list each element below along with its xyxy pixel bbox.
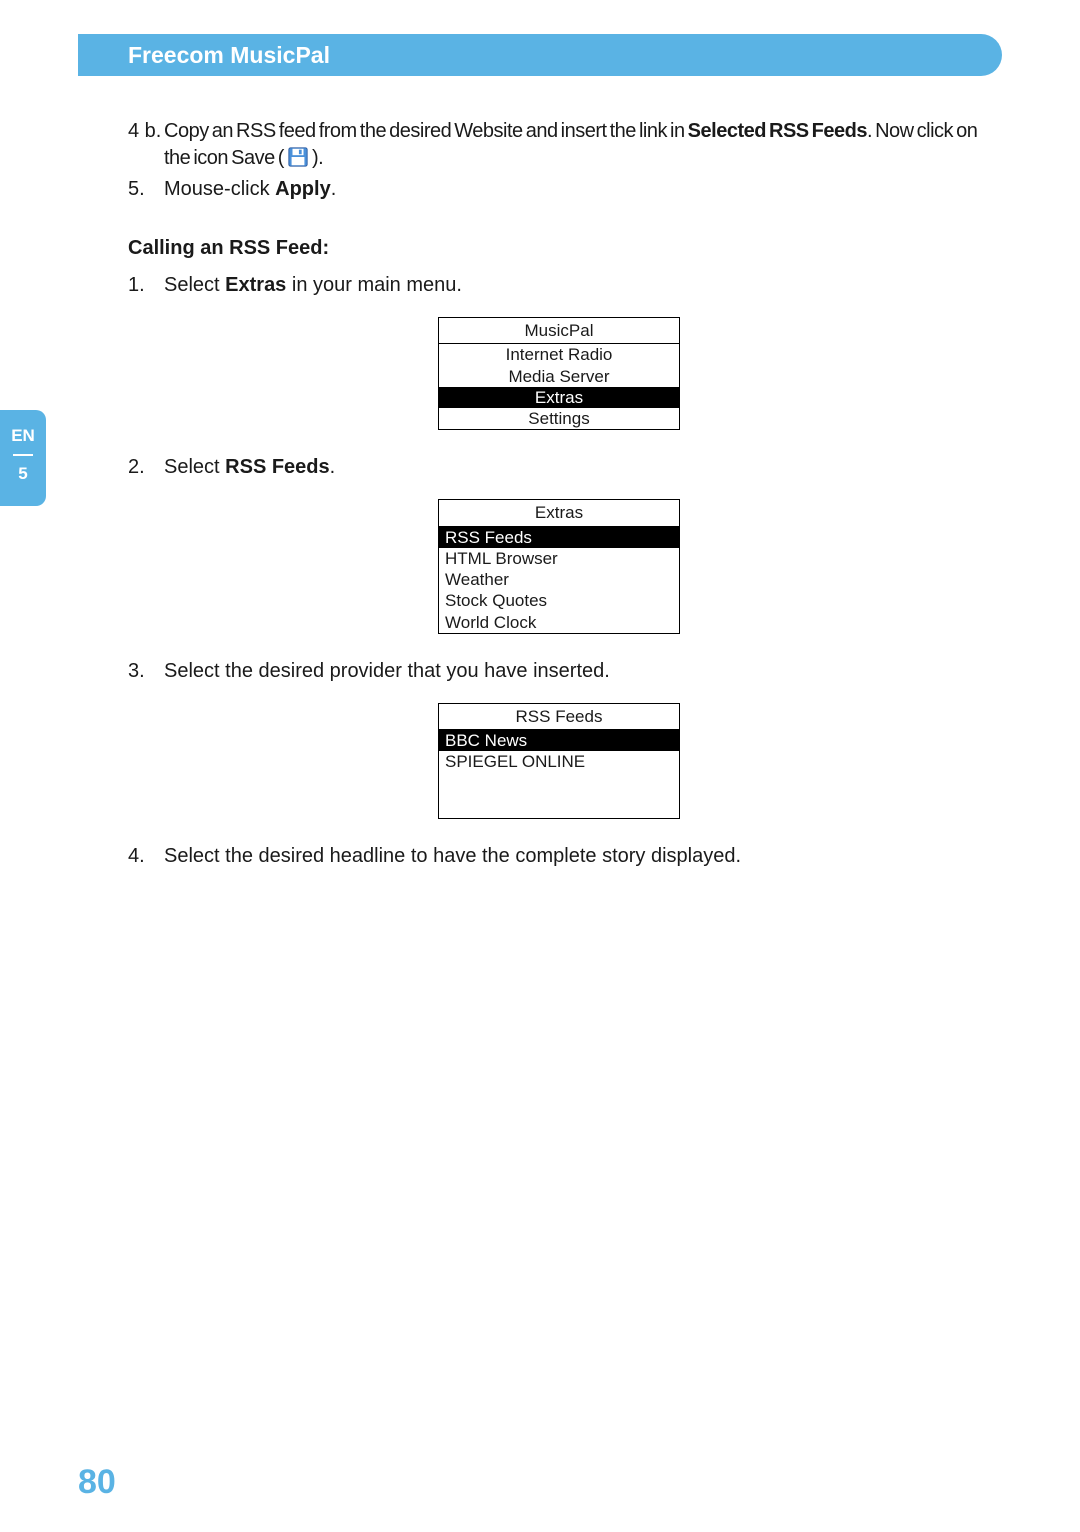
save-icon bbox=[287, 146, 309, 168]
text: . bbox=[331, 178, 337, 200]
text: Copy an RSS feed from the desired Websit… bbox=[164, 120, 688, 142]
menu-body: Internet Radio Media Server Extras Setti… bbox=[439, 344, 679, 429]
text: Select bbox=[164, 456, 225, 478]
page-title: Freecom MusicPal bbox=[128, 42, 330, 69]
side-tab-divider bbox=[13, 454, 33, 456]
text-bold: Selected RSS Feeds bbox=[688, 120, 867, 142]
step-c1-num: 1. bbox=[128, 272, 164, 299]
text: Select bbox=[164, 274, 225, 296]
menu-item: SPIEGEL ONLINE bbox=[439, 751, 679, 772]
menu-item-selected: RSS Feeds bbox=[439, 527, 679, 548]
menu-title: MusicPal bbox=[439, 318, 679, 344]
section-heading: Calling an RSS Feed: bbox=[128, 235, 990, 262]
text-bold: RSS Feeds bbox=[225, 456, 329, 478]
side-tab-chapter: 5 bbox=[0, 464, 46, 484]
menu-item-selected: BBC News bbox=[439, 730, 679, 751]
step-5-num: 5. bbox=[128, 176, 164, 203]
menu-body: BBC News SPIEGEL ONLINE bbox=[439, 730, 679, 818]
page-number: 80 bbox=[78, 1463, 116, 1502]
step-c3-num: 3. bbox=[128, 658, 164, 685]
step-c2: 2. Select RSS Feeds. bbox=[128, 454, 990, 481]
text: Mouse-click bbox=[164, 178, 275, 200]
menu-item: Stock Quotes bbox=[439, 590, 679, 611]
side-tab-lang: EN bbox=[0, 426, 46, 446]
step-c1: 1. Select Extras in your main menu. bbox=[128, 272, 990, 299]
text-bold: Apply bbox=[275, 178, 331, 200]
menu-title: Extras bbox=[439, 500, 679, 526]
menu-body: RSS Feeds HTML Browser Weather Stock Quo… bbox=[439, 527, 679, 633]
step-c3-text: Select the desired provider that you hav… bbox=[164, 658, 990, 685]
side-tab: EN 5 bbox=[0, 410, 46, 506]
menu-item: Media Server bbox=[439, 366, 679, 387]
text: ). bbox=[309, 147, 323, 169]
step-4b: 4 b. Copy an RSS feed from the desired W… bbox=[128, 118, 990, 172]
menu-title: RSS Feeds bbox=[439, 704, 679, 730]
menu-item: World Clock bbox=[439, 612, 679, 633]
header-bar: Freecom MusicPal bbox=[78, 34, 1002, 76]
step-c4: 4. Select the desired headline to have t… bbox=[128, 843, 990, 870]
step-4b-num: 4 b. bbox=[128, 118, 164, 172]
menu-item: HTML Browser bbox=[439, 548, 679, 569]
step-5-text: Mouse-click Apply. bbox=[164, 176, 990, 203]
content: 4 b. Copy an RSS feed from the desired W… bbox=[128, 118, 990, 874]
menu-item: Weather bbox=[439, 569, 679, 590]
menu-item: Settings bbox=[439, 408, 679, 429]
step-c2-text: Select RSS Feeds. bbox=[164, 454, 990, 481]
menu-item-selected: Extras bbox=[439, 387, 679, 408]
text: . bbox=[330, 456, 336, 478]
step-c2-num: 2. bbox=[128, 454, 164, 481]
text-bold: Extras bbox=[225, 274, 286, 296]
step-c1-text: Select Extras in your main menu. bbox=[164, 272, 990, 299]
text: in your main menu. bbox=[286, 274, 462, 296]
menu-item: Internet Radio bbox=[439, 344, 679, 365]
menu-rss-feeds: RSS Feeds BBC News SPIEGEL ONLINE bbox=[438, 703, 680, 819]
step-5: 5. Mouse-click Apply. bbox=[128, 176, 990, 203]
step-c4-num: 4. bbox=[128, 843, 164, 870]
step-4b-text: Copy an RSS feed from the desired Websit… bbox=[164, 118, 990, 172]
step-c4-text: Select the desired headline to have the … bbox=[164, 843, 990, 870]
menu-musicpal: MusicPal Internet Radio Media Server Ext… bbox=[438, 317, 680, 430]
menu-extras: Extras RSS Feeds HTML Browser Weather St… bbox=[438, 499, 680, 634]
step-c3: 3. Select the desired provider that you … bbox=[128, 658, 990, 685]
